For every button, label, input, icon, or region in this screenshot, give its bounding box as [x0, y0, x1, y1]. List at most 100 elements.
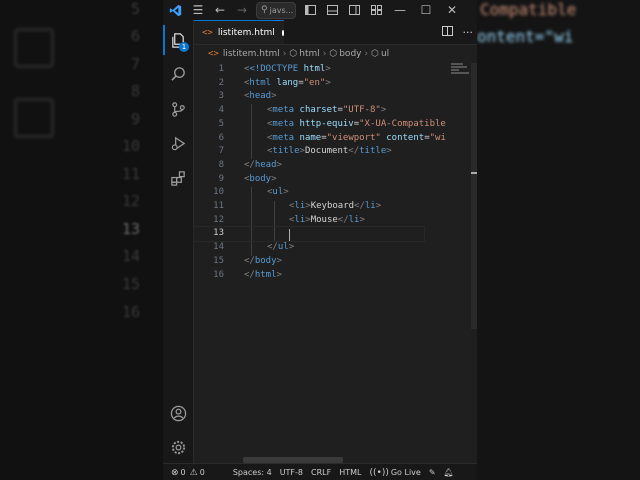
line-number: 12 — [213, 214, 224, 225]
notifications-bell-icon[interactable]: 🔔︎ — [440, 464, 458, 480]
code-line: 2 <html lang="en"> — [194, 77, 477, 91]
line-content: <li>Keyboard</li> — [289, 201, 382, 211]
more-actions-icon[interactable]: ··· — [463, 26, 474, 39]
error-icon: ⊗ — [171, 467, 179, 478]
indentation-status[interactable]: Spaces: 4 — [229, 464, 276, 480]
tab-actions: ··· — [441, 20, 474, 44]
code-line-current: 13 — [193, 226, 425, 243]
go-live-label: Go Live — [390, 468, 421, 477]
blurred-line-number: 16 — [121, 303, 140, 321]
blurred-line-number: 13 — [121, 220, 140, 238]
minimap[interactable] — [451, 63, 471, 83]
toggle-panel-icon[interactable] — [321, 0, 343, 20]
breadcrumb-item[interactable]: listitem.html — [223, 49, 280, 59]
explorer-icon[interactable]: 1 — [163, 25, 193, 55]
editor-tabs: <> listitem.html ··· — [194, 20, 477, 45]
breadcrumb-item[interactable]: html — [299, 49, 320, 59]
scrollbar-cursor-marker — [471, 172, 477, 174]
minimize-icon[interactable]: — — [387, 0, 413, 20]
back-arrow-icon[interactable]: ← — [209, 0, 231, 20]
breadcrumb-item[interactable]: ul — [381, 49, 389, 59]
line-number: 6 — [218, 132, 224, 143]
blurred-line-number: 10 — [121, 137, 140, 155]
line-number: 7 — [218, 146, 224, 157]
line-number: 8 — [218, 159, 224, 170]
activity-bar: 1 — [163, 20, 194, 463]
maximize-icon[interactable]: ☐ — [413, 0, 439, 20]
vertical-scrollbar[interactable] — [471, 63, 477, 329]
blurred-line-number: 9 — [130, 110, 140, 128]
language-mode-status[interactable]: HTML — [335, 464, 365, 480]
code-line: 9 <body> — [194, 173, 477, 187]
code-line: 12 <li>Mouse</li> — [194, 214, 477, 228]
toggle-sidebar-icon[interactable] — [299, 0, 321, 20]
code-line: 10 <ul> — [194, 186, 477, 200]
code-editor[interactable]: 1 <<!DOCTYPE html> 2 <html lang="en"> 3 … — [193, 63, 477, 453]
blurred-line-number: 12 — [121, 192, 140, 210]
feedback-icon[interactable]: ✎ — [425, 464, 440, 480]
menu-icon[interactable]: ☰ — [187, 0, 209, 20]
code-line: 11 <li>Keyboard</li> — [194, 200, 477, 214]
line-number: 13 — [213, 228, 224, 239]
html-file-icon: <> — [208, 49, 219, 59]
line-content: </html> — [244, 269, 282, 280]
vscode-window: ☰ ← → ⚲ javs... — ☐ ✕ 1 <> listitem.html… — [163, 0, 477, 480]
run-debug-icon[interactable] — [163, 128, 193, 158]
eol-status[interactable]: CRLF — [307, 464, 335, 480]
line-content: </head> — [244, 159, 282, 170]
line-content: <meta name="viewport" content="wi — [267, 132, 446, 143]
breadcrumb: <> listitem.html › ⬡ html › ⬡ body › ⬡ u… — [194, 45, 477, 63]
account-icon[interactable] — [163, 398, 193, 428]
vscode-logo-icon — [163, 0, 187, 20]
line-content: <title>Document</title> — [267, 146, 392, 157]
line-content: <meta http-equiv="X-UA-Compatible — [267, 118, 446, 129]
settings-gear-icon[interactable] — [163, 432, 193, 462]
chevron-right-icon: › — [282, 49, 287, 59]
problems-indicator[interactable]: ⊗ 0 ⚠ 0 — [163, 464, 209, 480]
broadcast-icon: ((•)) — [369, 467, 389, 478]
blurred-line-number: 14 — [121, 247, 140, 265]
line-number: 4 — [218, 105, 224, 116]
code-line: 15 </body> — [194, 255, 477, 269]
code-line: 8 </head> — [194, 159, 477, 173]
code-line: 3 <head> — [194, 90, 477, 104]
encoding-status[interactable]: UTF-8 — [276, 464, 307, 480]
search-view-icon[interactable] — [163, 59, 193, 89]
extensions-icon[interactable] — [163, 163, 193, 193]
customize-layout-icon[interactable] — [365, 0, 387, 20]
warning-count: 0 — [199, 468, 205, 477]
code-line: 16 </html> — [194, 269, 477, 283]
code-line: 4 <meta charset="UTF-8"> — [194, 104, 477, 118]
error-count: 0 — [180, 468, 186, 477]
line-content: <li>Mouse</li> — [289, 214, 365, 225]
go-live-button[interactable]: ((•)) Go Live — [365, 464, 424, 480]
source-control-icon[interactable] — [163, 94, 193, 124]
tab-filename: listitem.html — [217, 27, 275, 38]
blurred-run-icon — [14, 28, 54, 68]
element-icon: ⬡ — [289, 49, 298, 59]
chevron-right-icon: › — [322, 49, 327, 59]
breadcrumb-item[interactable]: body — [339, 49, 361, 59]
code-line: 14 </ul> — [194, 241, 477, 255]
tab-listitem-html[interactable]: <> listitem.html — [194, 20, 284, 44]
blurred-code-fragment: ontent="wi — [477, 27, 574, 46]
toggle-secondary-sidebar-icon[interactable] — [343, 0, 365, 20]
line-number: 3 — [218, 91, 224, 102]
line-number: 10 — [213, 187, 224, 198]
line-content: <head> — [244, 91, 277, 102]
code-line: 1 <<!DOCTYPE html> — [194, 63, 477, 77]
unsaved-dot-icon[interactable] — [281, 29, 284, 36]
line-number: 16 — [213, 269, 224, 280]
blurred-left-panel: 5 6 7 8 9 10 11 12 13 14 15 16 — [0, 0, 163, 480]
forward-arrow-icon[interactable]: → — [231, 0, 253, 20]
line-number: 1 — [218, 64, 224, 74]
text-cursor — [289, 228, 290, 241]
line-content: <meta charset="UTF-8"> — [267, 105, 387, 116]
close-icon[interactable]: ✕ — [439, 0, 465, 20]
split-editor-icon[interactable] — [441, 25, 453, 39]
element-icon: ⬡ — [329, 49, 338, 59]
code-line: 5 <meta http-equiv="X-UA-Compatible — [194, 118, 477, 132]
blurred-line-number: 15 — [121, 275, 140, 293]
line-content: </ul> — [267, 242, 295, 253]
command-center-search[interactable]: ⚲ javs... — [256, 1, 296, 19]
